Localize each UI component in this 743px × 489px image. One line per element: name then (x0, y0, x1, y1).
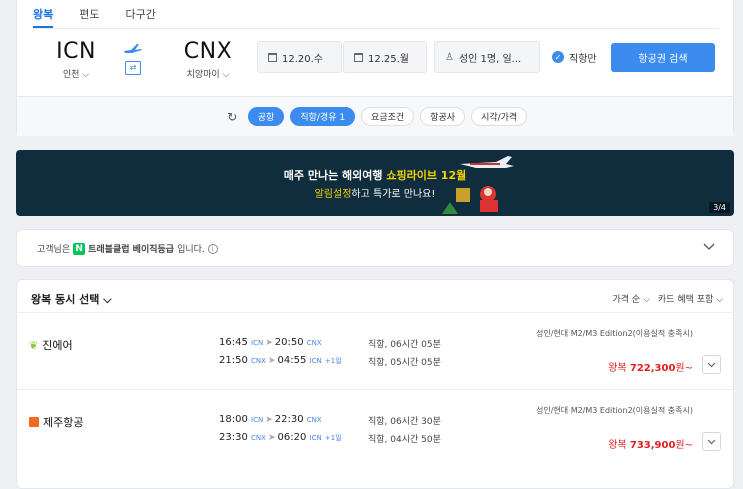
tab-round-trip[interactable]: 왕복 (33, 1, 54, 28)
search-flights-button[interactable]: 항공권 검색 (611, 43, 715, 72)
origin-selector[interactable]: ICN 인천 ⌵ (45, 39, 107, 89)
membership-grade: 트래블클럽 베이직등급 (88, 245, 175, 255)
outbound-duration: 직항, 06시간 30분 (368, 417, 441, 427)
membership-info: 고객님은 N 트래블클럽 베이직등급 입니다. i (16, 229, 734, 267)
swap-icon[interactable]: ⇄ (125, 61, 141, 75)
airline-name: 진에어 (42, 339, 73, 352)
tab-multi-city[interactable]: 다구간 (126, 1, 156, 28)
chevron-down-icon: ⌵ (222, 70, 230, 80)
banner-airplane-illustration (460, 156, 514, 168)
calendar-icon (354, 52, 363, 62)
direct-only-label: 직항만 (569, 53, 597, 65)
calendar-icon (268, 52, 277, 62)
promo-banner[interactable]: 매주 만나는 해외여행 쇼핑라이브 12월 알림설정하고 특가로 만나요! 3/… (16, 150, 734, 216)
jinair-logo-icon: ❦ (29, 338, 39, 352)
trip-type-tabs: 왕복 편도 다구간 (33, 1, 719, 29)
banner-pager: 3/4 (709, 202, 730, 213)
airline-name: 제주항공 (43, 416, 84, 429)
return-times: 23:30 CNX ➤ 06:20 ICN +1일 (219, 432, 342, 443)
return-date-field[interactable]: 12.25.월 (343, 41, 427, 73)
passenger-summary: 성인 1명, 일... (458, 53, 522, 65)
destination-city: 치앙마이 (186, 70, 220, 80)
destination-selector[interactable]: CNX 치앙마이 ⌵ (167, 39, 249, 89)
return-duration: 직항, 05시간 05분 (368, 358, 441, 368)
price: 왕복 722,300원~ (608, 363, 693, 374)
return-duration: 직항, 04시간 50분 (368, 435, 441, 445)
chevron-down-icon: ⌵ (103, 293, 112, 306)
fare-condition: 성인/현대 M2/M3 Edition2(이용실적 충족시) (536, 329, 693, 338)
chevron-down-icon[interactable] (703, 241, 715, 254)
outbound-duration: 직항, 06시간 05분 (368, 340, 441, 350)
person-icon: ♙ (445, 51, 454, 63)
banner-subtitle: 하고 특가로 만나요! (351, 189, 436, 200)
swap-route: ⇄ (122, 43, 144, 75)
outbound-times: 18:00 ICN ➤ 22:30 CNX (219, 414, 322, 425)
direct-only-toggle[interactable]: ✓ 직항만 (541, 41, 607, 73)
membership-prefix: 고객님은 (37, 245, 71, 255)
filter-airport[interactable]: 공항 (247, 107, 285, 126)
origin-city: 인천 (62, 70, 80, 80)
filter-airline[interactable]: 항공사 (420, 107, 466, 126)
flight-results: 왕복 동시 선택 ⌵ 가격 순 ⌵ 카드 혜택 포함 ⌵ ❦ 진에어 16:45… (16, 279, 734, 489)
fare-condition: 성인/현대 M2/M3 Edition2(이용실적 충족시) (536, 406, 693, 415)
depart-date-field[interactable]: 12.20.수 (257, 41, 342, 73)
check-circle-icon: ✓ (552, 51, 564, 63)
naver-badge-icon: N (73, 242, 86, 255)
tab-one-way[interactable]: 편도 (79, 1, 99, 28)
info-icon[interactable]: i (207, 243, 218, 254)
card-benefit-dropdown[interactable]: 카드 혜택 포함 ⌵ (658, 292, 723, 305)
airplane-icon (124, 44, 142, 53)
filter-fare-conditions[interactable]: 요금조건 (361, 107, 415, 126)
membership-suffix: 입니다. (177, 245, 205, 255)
return-times: 21:50 CNX ➤ 04:55 ICN +1일 (219, 355, 342, 366)
passenger-field[interactable]: ♙ 성인 1명, 일... (434, 41, 540, 73)
jejuair-logo-icon (29, 417, 39, 427)
outbound-times: 16:45 ICN ➤ 20:50 CNX (219, 337, 322, 348)
origin-code: ICN (56, 39, 96, 64)
sort-dropdown[interactable]: 가격 순 ⌵ (613, 292, 650, 305)
flight-search-panel: 왕복 편도 다구간 ICN 인천 ⌵ ⇄ CNX 치앙마이 ⌵ 12.20.수 … (16, 0, 734, 136)
results-header[interactable]: 왕복 동시 선택 ⌵ (31, 291, 112, 307)
filter-bar: ↻ 공항 직항/경유 1 요금조건 항공사 시각/가격 (17, 96, 733, 136)
filter-time-price[interactable]: 시각/가격 (471, 107, 528, 126)
flight-row[interactable]: 제주항공 18:00 ICN ➤ 22:30 CNX 23:30 CNX ➤ 06:20… (17, 389, 733, 466)
flight-row[interactable]: ❦ 진에어 16:45 ICN ➤ 20:50 CNX 21:50 CNX ➤ 04:5… (17, 312, 733, 389)
banner-title: 매주 만나는 해외여행 (283, 169, 387, 182)
depart-date: 12.20.수 (282, 53, 324, 65)
price: 왕복 733,900원~ (608, 440, 693, 451)
return-date: 12.25.월 (368, 53, 410, 65)
expand-chevron-icon[interactable] (702, 432, 721, 451)
chevron-down-icon: ⌵ (82, 70, 90, 80)
refresh-icon[interactable]: ↻ (223, 107, 242, 126)
banner-santa-illustration (442, 186, 498, 214)
banner-subtitle-highlight: 알림설정 (314, 189, 352, 200)
expand-chevron-icon[interactable] (702, 355, 721, 374)
destination-code: CNX (183, 39, 233, 64)
filter-direct-transfer[interactable]: 직항/경유 1 (290, 107, 356, 126)
